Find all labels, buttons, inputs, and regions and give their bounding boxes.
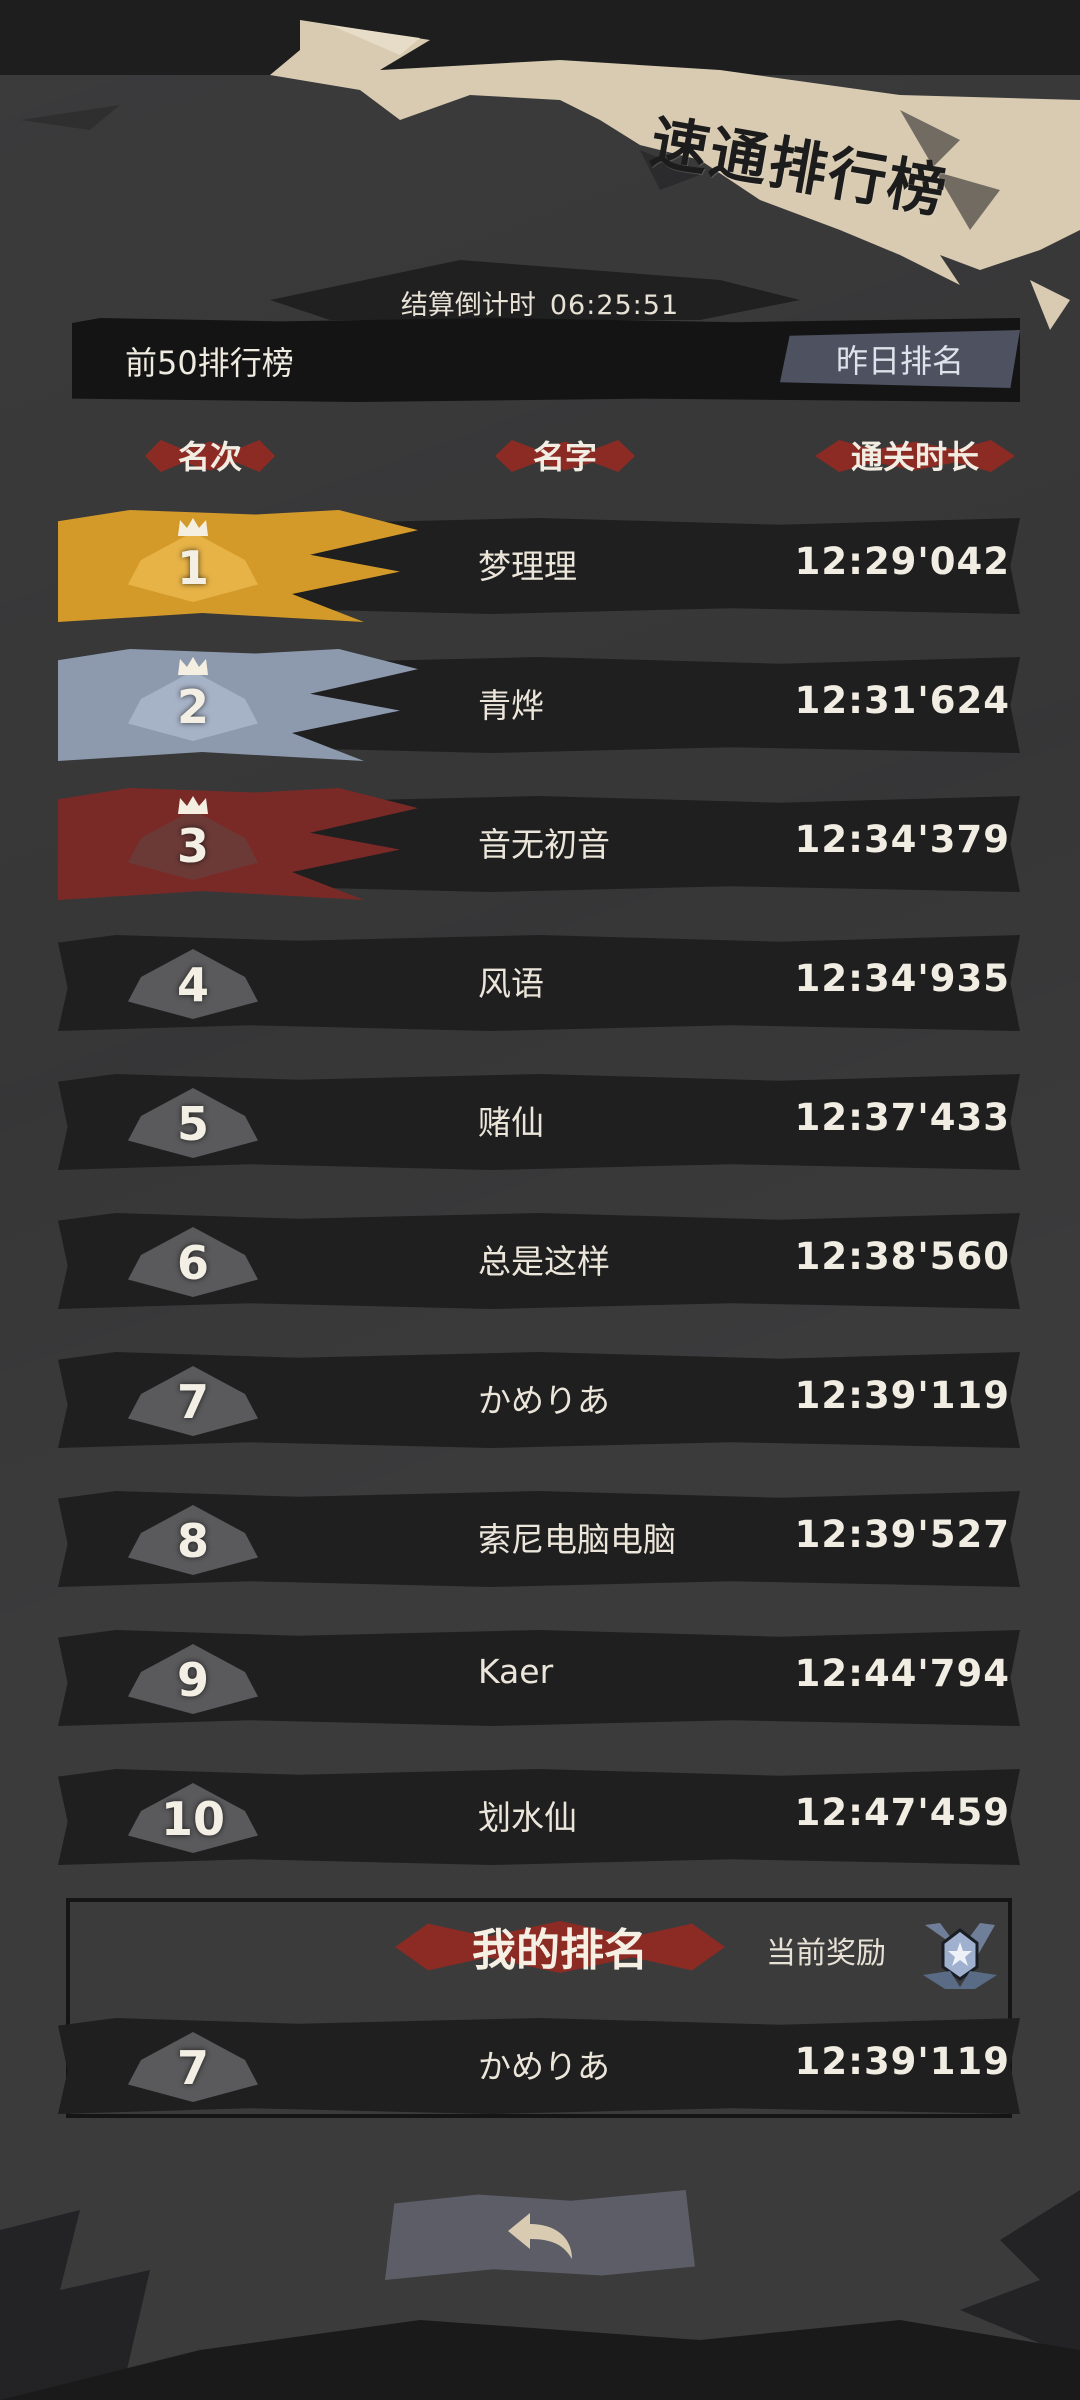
player-name: 青烨: [478, 686, 544, 725]
page-title: 速通排行榜: [645, 107, 953, 227]
clear-time: 12:31'624: [794, 679, 1010, 722]
my-rank-title-label: 我的排名: [472, 1925, 648, 1976]
clear-time: 12:38'560: [794, 1235, 1010, 1278]
ranking-row[interactable]: 3 音无初音 12:34'379: [58, 788, 1020, 900]
player-name: Kaer: [478, 1652, 554, 1691]
player-name: 总是这样: [478, 1242, 610, 1281]
leaderboard-page: 速通排行榜 结算倒计时 06:25:51 前50排行榜 昨日排名 名次 名字 通关…: [0, 0, 1080, 2400]
column-header-rank: 名次: [165, 430, 255, 480]
status-area: [0, 0, 1080, 75]
back-button[interactable]: [385, 2190, 695, 2280]
ranking-row[interactable]: 4 风语 12:34'935: [58, 927, 1020, 1039]
my-rank-clear-time: 12:39'119: [794, 2040, 1010, 2083]
player-name: かめりあ: [478, 1381, 610, 1420]
clear-time: 12:34'379: [794, 818, 1010, 861]
player-name: 音无初音: [478, 825, 610, 864]
rank-number: 6: [176, 1236, 209, 1290]
player-name: 赌仙: [478, 1103, 544, 1142]
ranking-row[interactable]: 10 划水仙 12:47'459: [58, 1761, 1020, 1873]
rank-number: 9: [176, 1653, 209, 1707]
countdown-value: 06:25:51: [549, 290, 680, 321]
rank-number: 2: [176, 680, 209, 734]
column-header-name-label: 名字: [532, 438, 597, 476]
column-header-time-label: 通关时长: [850, 438, 979, 476]
column-header-name: 名字: [515, 430, 615, 480]
rank-number: 4: [176, 958, 209, 1012]
rank-number: 1: [176, 541, 209, 595]
clear-time: 12:47'459: [794, 1791, 1010, 1834]
countdown-label: 结算倒计时: [400, 290, 536, 321]
my-rank-player-name: かめりあ: [478, 2047, 610, 2086]
my-rank-row[interactable]: 7 かめりあ 12:39'119: [58, 2010, 1020, 2122]
player-name: 划水仙: [478, 1798, 577, 1837]
ranking-row[interactable]: 7 かめりあ 12:39'119: [58, 1344, 1020, 1456]
ranking-row[interactable]: 5 赌仙 12:37'433: [58, 1066, 1020, 1178]
column-header-rank-label: 名次: [177, 438, 242, 476]
title-banner: 速通排行榜: [620, 70, 1080, 240]
board-title: 前50排行榜: [125, 344, 294, 382]
ranking-row[interactable]: 1 梦理理 12:29'042: [58, 510, 1020, 622]
yesterday-ranking-button[interactable]: 昨日排名: [780, 330, 1020, 388]
clear-time: 12:44'794: [794, 1652, 1010, 1695]
rank-number: 7: [176, 1375, 209, 1429]
ranking-row[interactable]: 6 总是这样 12:38'560: [58, 1205, 1020, 1317]
player-name: 梦理理: [478, 547, 577, 586]
rank-number: 8: [176, 1514, 209, 1568]
clear-time: 12:37'433: [794, 1096, 1010, 1139]
medal-icon[interactable]: [915, 1915, 1005, 1995]
player-name: 索尼电脑电脑: [478, 1520, 676, 1559]
bottom-decoration: [0, 2190, 1080, 2400]
ranking-row[interactable]: 9 Kaer 12:44'794: [58, 1622, 1020, 1734]
rank-number: 3: [176, 819, 209, 873]
ranking-row[interactable]: 2 青烨 12:31'624: [58, 649, 1020, 761]
current-reward-label: 当前奖励: [766, 1936, 886, 1971]
clear-time: 12:29'042: [794, 540, 1010, 583]
clear-time: 12:39'119: [794, 1374, 1010, 1417]
my-rank-number: 7: [176, 2041, 209, 2095]
rank-number: 10: [160, 1792, 225, 1846]
clear-time: 12:34'935: [794, 957, 1010, 1000]
clear-time: 12:39'527: [794, 1513, 1010, 1556]
player-name: 风语: [478, 964, 544, 1003]
back-arrow-icon: [508, 2213, 572, 2259]
my-rank-title: 我的排名: [440, 1915, 680, 1977]
settlement-countdown: 结算倒计时 06:25:51: [0, 283, 1080, 322]
ranking-row[interactable]: 8 索尼电脑电脑 12:39'527: [58, 1483, 1020, 1595]
rank-number: 5: [176, 1097, 209, 1151]
column-header-time: 通关时长: [835, 430, 995, 480]
